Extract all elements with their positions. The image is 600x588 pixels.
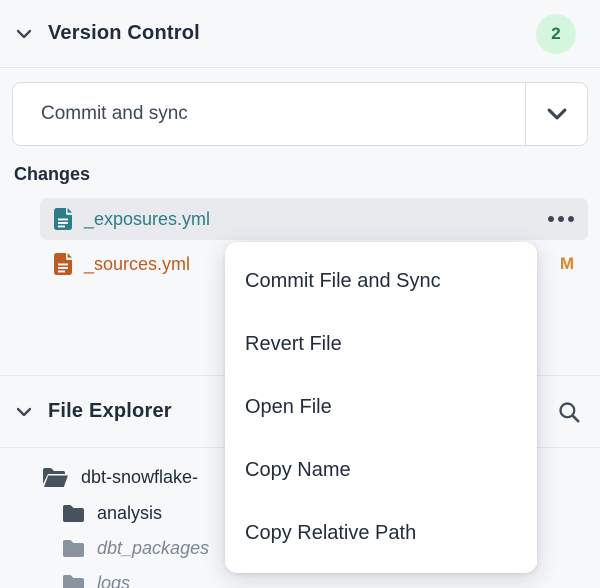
menu-item-copy-relative-path[interactable]: Copy Relative Path: [225, 502, 537, 565]
version-control-title: Version Control: [48, 22, 200, 45]
file-actions-ellipsis-button[interactable]: [548, 212, 574, 226]
tree-item-label: analysis: [97, 503, 162, 524]
chevron-down-icon[interactable]: [14, 402, 34, 422]
menu-item-open-file[interactable]: Open File: [225, 376, 537, 439]
tree-item-dbt-packages[interactable]: dbt_packages: [62, 532, 209, 564]
commit-options-toggle[interactable]: [525, 83, 587, 145]
tree-item-project-root[interactable]: dbt-snowflake-: [42, 461, 198, 493]
menu-item-commit-file-and-sync[interactable]: Commit File and Sync: [225, 250, 537, 313]
chevron-down-icon[interactable]: [14, 24, 34, 44]
changed-file-name: _exposures.yml: [84, 209, 210, 230]
menu-item-copy-name[interactable]: Copy Name: [225, 439, 537, 502]
file-search-button[interactable]: [552, 395, 586, 429]
tree-item-label: dbt_packages: [97, 538, 209, 559]
file-explorer-title: File Explorer: [48, 400, 172, 423]
commit-split-button: Commit and sync: [12, 82, 588, 146]
tree-item-logs[interactable]: logs: [62, 567, 130, 588]
changes-count-badge: 2: [536, 14, 576, 54]
changed-file-row-exposures[interactable]: _exposures.yml: [40, 198, 588, 240]
version-control-header: Version Control 2: [0, 0, 600, 68]
folder-icon: [62, 574, 85, 588]
tree-item-label: dbt-snowflake-: [81, 467, 198, 488]
folder-icon: [62, 539, 85, 558]
search-icon: [556, 399, 582, 425]
changed-file-name: _sources.yml: [84, 254, 190, 275]
folder-open-icon: [42, 467, 69, 488]
chevron-down-icon: [544, 101, 570, 127]
folder-icon: [62, 504, 85, 523]
commit-and-sync-button[interactable]: Commit and sync: [13, 83, 525, 145]
file-context-menu: Commit File and Sync Revert File Open Fi…: [225, 242, 537, 573]
menu-item-revert-file[interactable]: Revert File: [225, 313, 537, 376]
tree-item-analysis[interactable]: analysis: [62, 497, 162, 529]
ide-sidebar: Version Control 2 Commit and sync Change…: [0, 0, 600, 588]
yml-file-icon: [54, 208, 72, 230]
yml-file-icon: [54, 253, 72, 275]
changes-section-label: Changes: [14, 164, 90, 185]
modified-status-badge: M: [560, 254, 574, 274]
tree-item-label: logs: [97, 573, 130, 588]
